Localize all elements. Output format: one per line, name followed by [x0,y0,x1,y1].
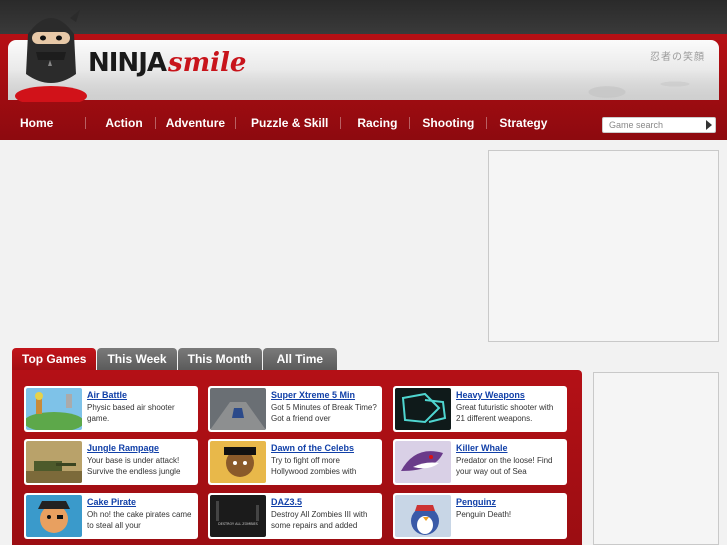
top-bar [0,0,727,34]
jungle-rampage-thumbnail[interactable] [26,441,82,483]
game-card-penguinz[interactable]: Penguinz Penguin Death! [393,493,567,539]
games-tabs: Top Games This Week This Month All Time [12,348,338,370]
penguinz-thumbnail[interactable] [395,495,451,537]
game-card-cake-pirate[interactable]: Cake Pirate Oh no! the cake pirates came… [24,493,198,539]
nav-home[interactable]: Home [10,108,63,138]
daz-thumbnail[interactable]: DESTROY ALL ZOMBIES [210,495,266,537]
ninja-mascot-icon[interactable] [14,4,88,102]
daz-thumb-text: DESTROY ALL ZOMBIES [218,522,258,526]
game-card-heavy-weapons[interactable]: Heavy Weapons Great futuristic shooter w… [393,386,567,432]
japanese-tagline: 忍者の笑顔 [650,52,705,63]
killer-whale-thumbnail[interactable] [395,441,451,483]
game-card-daz35[interactable]: DESTROY ALL ZOMBIES DAZ3.5 Destroy All Z… [208,493,382,539]
ad-box [488,150,719,342]
air-battle-thumbnail[interactable] [26,388,82,430]
tab-all-time[interactable]: All Time [262,348,338,370]
nav-shooting[interactable]: Shooting [412,108,484,138]
tab-this-month[interactable]: This Month [177,348,262,370]
nav-adventure[interactable]: Adventure [156,108,235,138]
game-card-dawn-of-the-celebs[interactable]: Dawn of the Celebs Try to fight off more… [208,439,382,485]
heavy-weapons-thumbnail[interactable] [395,388,451,430]
nav-strategy[interactable]: Strategy [489,108,557,138]
game-card-air-battle[interactable]: Air Battle Physic based air shooter game… [24,386,198,432]
game-card-killer-whale[interactable]: Killer Whale Predator on the loose! Find… [393,439,567,485]
site-logo[interactable]: NINJA smile [88,48,246,84]
dawn-celebs-thumbnail[interactable] [210,441,266,483]
nav-action[interactable]: Action [95,108,152,138]
cake-pirate-thumbnail[interactable] [26,495,82,537]
tab-this-week[interactable]: This Week [97,348,177,370]
ad-box-secondary [593,372,719,545]
game-card-jungle-rampage[interactable]: Jungle Rampage Your base is under attack… [24,439,198,485]
game-card-super-xtreme[interactable]: Super Xtreme 5 Min Got 5 Minutes of Brea… [208,386,382,432]
search-input[interactable]: Game search [602,117,716,133]
search-arrow-icon[interactable] [706,120,712,130]
nav-racing[interactable]: Racing [347,108,407,138]
tab-top-games[interactable]: Top Games [12,348,97,370]
nav-puzzle-skill[interactable]: Puzzle & Skill [241,108,338,138]
super-xtreme-thumbnail[interactable] [210,388,266,430]
